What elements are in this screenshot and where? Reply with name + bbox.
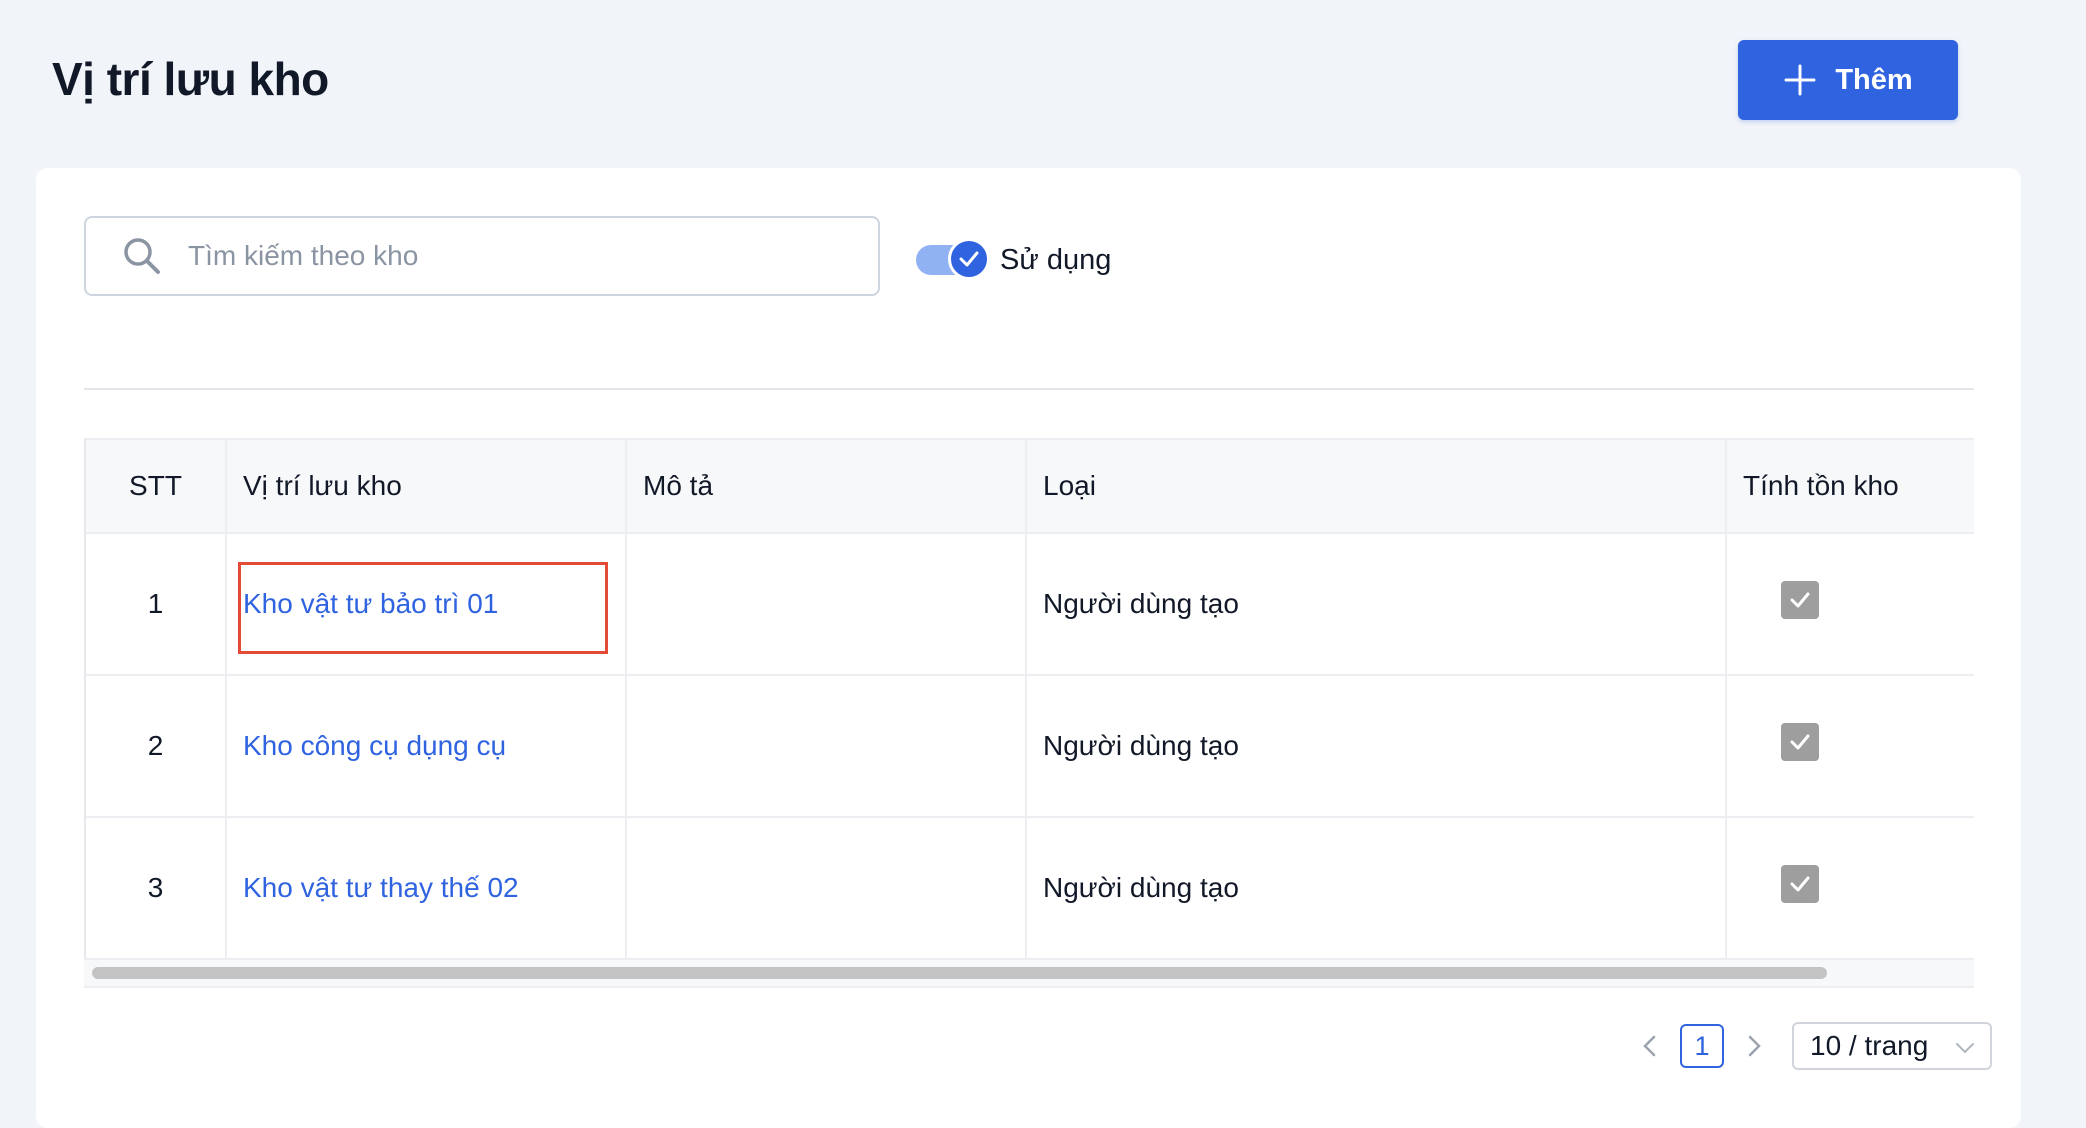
table-row: 3 Kho vật tư thay thế 02 Người dùng tạo [86, 817, 1974, 958]
description-cell [626, 817, 1027, 958]
table-row: 2 Kho công cụ dụng cụ Người dùng tạo [86, 675, 1974, 818]
usage-toggle[interactable] [916, 238, 990, 280]
inventory-checkbox [1781, 723, 1819, 761]
page-size-select[interactable]: 10 / trang [1792, 1022, 1992, 1070]
plus-icon [1783, 63, 1817, 97]
description-cell [626, 533, 1027, 676]
prev-page-icon[interactable] [1636, 1032, 1664, 1060]
inventory-checkbox [1781, 865, 1819, 903]
column-header-type[interactable]: Loại [1026, 438, 1727, 534]
storage-table: STT Vị trí lưu kho Mô tả Loại Tính tồn k… [84, 438, 1974, 958]
horizontal-scrollbar[interactable] [84, 958, 1974, 988]
column-header-inventory[interactable]: Tính tồn kho [1726, 438, 1974, 534]
description-cell [626, 675, 1027, 818]
check-icon [948, 238, 990, 280]
usage-toggle-label: Sử dụng [1000, 243, 1112, 276]
search-box[interactable] [84, 216, 880, 296]
column-header-description[interactable]: Mô tả [626, 438, 1027, 534]
column-header-location[interactable]: Vị trí lưu kho [226, 438, 627, 534]
type-cell: Người dùng tạo [1026, 675, 1727, 818]
divider [84, 388, 1974, 390]
row-number: 2 [86, 675, 227, 818]
type-cell: Người dùng tạo [1026, 817, 1727, 958]
usage-toggle-group: Sử dụng [916, 238, 1112, 280]
page-size-value: 10 / trang [1810, 1030, 1929, 1061]
table-row: 1 Kho vật tư bảo trì 01 Người dùng tạo [86, 533, 1974, 676]
location-link[interactable]: Kho vật tư bảo trì 01 [243, 588, 498, 619]
row-number: 3 [86, 817, 227, 958]
row-number: 1 [86, 533, 227, 676]
add-button-label: Thêm [1835, 63, 1913, 96]
search-input[interactable] [186, 239, 878, 273]
column-header-stt[interactable]: STT [86, 438, 227, 534]
chevron-down-icon [1954, 1030, 1976, 1062]
location-link[interactable]: Kho công cụ dụng cụ [243, 730, 506, 761]
page-title: Vị trí lưu kho [52, 53, 329, 105]
add-button[interactable]: Thêm [1738, 40, 1958, 120]
type-cell: Người dùng tạo [1026, 533, 1727, 676]
inventory-checkbox [1781, 581, 1819, 619]
pagination: 1 10 / trang [1636, 1022, 1992, 1070]
search-icon [120, 234, 164, 278]
table-header-row: STT Vị trí lưu kho Mô tả Loại Tính tồn k… [86, 438, 1974, 534]
page-number[interactable]: 1 [1680, 1024, 1724, 1068]
next-page-icon[interactable] [1740, 1032, 1768, 1060]
location-link[interactable]: Kho vật tư thay thế 02 [243, 872, 519, 903]
content-card: Sử dụng STT Vị trí lưu kho Mô tả Loại Tí… [36, 168, 2021, 1128]
scrollbar-thumb[interactable] [92, 967, 1827, 979]
